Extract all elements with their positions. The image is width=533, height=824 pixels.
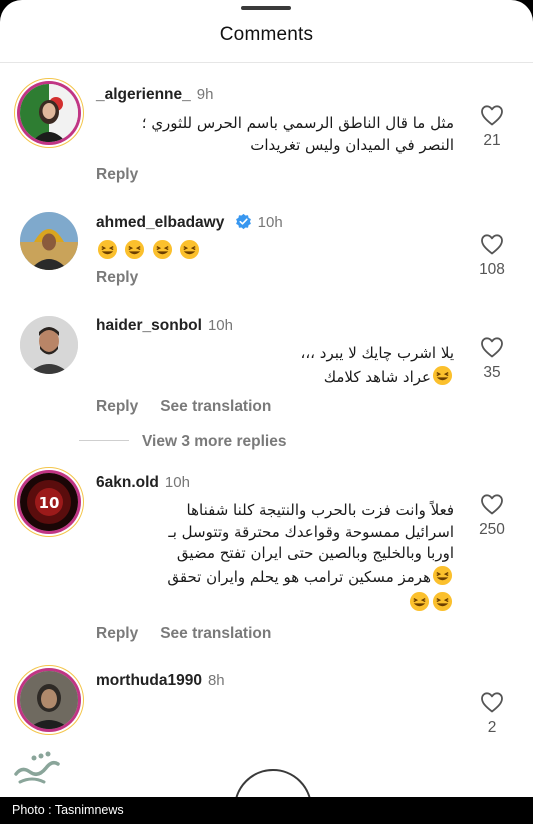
like-count: 21 [483, 132, 501, 149]
comment-header: _algerienne_ 9h [96, 86, 213, 104]
heart-icon [481, 494, 503, 515]
avatar[interactable] [20, 316, 78, 374]
heart-icon [481, 692, 503, 713]
reply-button[interactable]: Reply [96, 269, 138, 286]
comment-text-line: مثل ما قال الناطق الرسمي باسم الحرس للثو… [141, 114, 454, 132]
avatar[interactable] [20, 84, 78, 142]
laughing-emoji-icon [152, 239, 172, 260]
laughing-emoji-icon [125, 239, 145, 260]
like-button[interactable]: 35 [474, 336, 510, 382]
avatar[interactable]: 10 [20, 473, 78, 531]
username[interactable]: 6akn.old [96, 474, 159, 491]
reply-button[interactable]: Reply [96, 398, 138, 415]
comment-text: يلا اشرب چايك لا يبرد ،،، عراد شاهد كلام… [96, 343, 455, 388]
like-button[interactable]: 2 [474, 691, 510, 737]
verified-badge-icon [235, 213, 251, 230]
comment-actions: Reply See translation [96, 625, 271, 643]
replies-divider-line [79, 440, 129, 441]
username[interactable]: morthuda1990 [96, 672, 202, 689]
avatar[interactable] [20, 212, 78, 270]
drag-handle[interactable] [241, 6, 291, 10]
home-indicator-button[interactable] [234, 769, 312, 797]
photo-credit-caption: Photo : Tasnimnews [0, 797, 533, 824]
heart-icon [481, 337, 503, 358]
like-count: 108 [479, 261, 505, 278]
comment-text-line: النصر في الميدان وليس تغريدات [250, 135, 454, 154]
comment-text-line: اوربا وبالخليج وبالصين حتى ايران تفتح مض… [176, 544, 454, 562]
timestamp: 8h [207, 672, 225, 689]
like-button[interactable]: 108 [474, 233, 510, 279]
reply-button[interactable]: Reply [96, 166, 138, 183]
like-count: 2 [487, 719, 497, 736]
laughing-emoji-icon [432, 365, 453, 385]
laughing-emoji-icon [409, 591, 430, 612]
comments-sheet: Comments _algerienne_ 9h مثل ما قال الناط… [0, 0, 533, 797]
see-translation-link[interactable]: See translation [160, 625, 271, 642]
username[interactable]: ahmed_elbadawy [96, 214, 224, 231]
username[interactable]: haider_sonbol [96, 317, 202, 334]
comment-header: haider_sonbol 10h [96, 317, 233, 335]
comment-actions: Reply See translation [96, 398, 271, 416]
like-button[interactable]: 21 [474, 104, 510, 150]
view-more-replies-label: View 3 more replies [142, 433, 287, 450]
comment-actions: Reply [96, 166, 138, 184]
comment-text-line: يلا اشرب چايك لا يبرد ،،، [300, 344, 455, 362]
emoji-reaction-row [96, 239, 201, 261]
like-count: 250 [479, 521, 505, 538]
page-title: Comments [219, 24, 314, 45]
see-translation-link[interactable]: See translation [160, 398, 271, 415]
laughing-emoji-icon [432, 565, 453, 585]
comment-text: مثل ما قال الناطق الرسمي باسم الحرس للثو… [96, 113, 454, 156]
laughing-emoji-icon [180, 239, 200, 260]
comment-text-line: اسرائيل ممسوحة وقواعدك محترقة وتتوسل بـ [168, 522, 454, 541]
comment-header: 6akn.old 10h [96, 474, 190, 492]
comment-header: ahmed_elbadawy 10h [96, 213, 283, 232]
like-count: 35 [483, 364, 501, 381]
comment-text-line: عراد شاهد كلامك [323, 367, 431, 386]
heart-icon [481, 234, 503, 255]
comment-header: morthuda1990 8h [96, 672, 225, 690]
reply-button[interactable]: Reply [96, 625, 138, 642]
svg-text:10: 10 [39, 494, 60, 512]
comment-actions: Reply [96, 269, 138, 287]
comment-text-line: فعلاً وانت فزت بالحرب والنتيجة كلنا شفنا… [186, 501, 454, 519]
view-more-replies-button[interactable]: View 3 more replies [79, 433, 286, 451]
comment-text-line: هرمز مسكين ترامب هو يحلم وايران تحقق [167, 567, 431, 586]
timestamp: 10h [164, 474, 190, 491]
tasnim-logo-watermark [14, 751, 60, 784]
heart-icon [481, 105, 503, 126]
timestamp: 9h [196, 86, 214, 103]
comment-text: فعلاً وانت فزت بالحرب والنتيجة كلنا شفنا… [96, 500, 454, 615]
avatar[interactable] [20, 671, 78, 729]
timestamp: 10h [257, 214, 283, 231]
timestamp: 10h [207, 317, 233, 334]
username[interactable]: _algerienne_ [96, 86, 191, 103]
like-button[interactable]: 250 [474, 493, 510, 539]
laughing-emoji-icon [97, 239, 118, 260]
header-divider [0, 62, 533, 63]
laughing-emoji-icon [432, 591, 453, 612]
